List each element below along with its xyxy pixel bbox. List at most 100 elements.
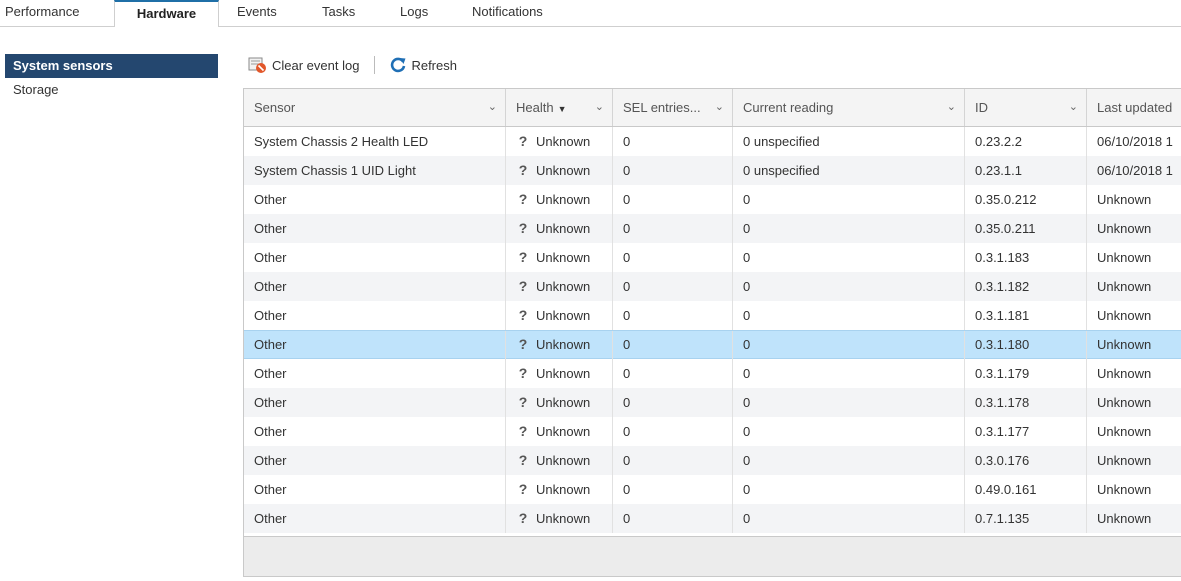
sensor-cell: Other xyxy=(244,272,506,301)
table-row[interactable]: Other? Unknown 0 0 0.35.0.211 Unknown xyxy=(244,214,1181,243)
table-row[interactable]: Other? Unknown 0 0 0.3.1.177 Unknown xyxy=(244,417,1181,446)
health-cell: ? Unknown xyxy=(506,214,613,243)
current-reading-cell: 0 unspecified xyxy=(733,156,965,185)
current-reading-cell: 0 xyxy=(733,214,965,243)
question-mark-icon: ? xyxy=(518,307,528,323)
sensor-cell: Other xyxy=(244,214,506,243)
sel-entries-cell: 0 xyxy=(613,243,733,272)
id-cell: 0.35.0.212 xyxy=(965,185,1087,214)
health-cell: ? Unknown xyxy=(506,417,613,446)
sort-descending-icon: ▼ xyxy=(557,104,567,114)
tab-performance[interactable]: Performance xyxy=(5,0,79,26)
health-status-text: Unknown xyxy=(536,366,591,381)
last-updated-cell: Unknown xyxy=(1097,511,1152,526)
column-header-sensor[interactable]: Sensor ⌄ xyxy=(244,89,506,126)
id-cell: 0.3.1.179 xyxy=(965,359,1087,388)
health-cell: ? Unknown xyxy=(506,156,613,185)
last-updated-cell: Unknown xyxy=(1097,366,1152,381)
tab-events[interactable]: Events xyxy=(237,0,277,26)
health-status-text: Unknown xyxy=(536,134,591,149)
sensor-cell: Other xyxy=(244,185,506,214)
sensor-cell: Other xyxy=(244,475,506,504)
sel-entries-cell: 0 xyxy=(613,504,733,533)
tab-tasks[interactable]: Tasks xyxy=(322,0,355,26)
question-mark-icon: ? xyxy=(518,336,528,352)
tab-notifications[interactable]: Notifications xyxy=(472,0,543,26)
sel-entries-cell: 0 xyxy=(613,475,733,504)
table-body: System Chassis 2 Health LED? Unknown 0 0 un… xyxy=(244,127,1181,533)
health-cell: ? Unknown xyxy=(506,272,613,301)
table-row[interactable]: Other? Unknown 0 0 0.49.0.161 Unknown xyxy=(244,475,1181,504)
nav-item-system-sensors[interactable]: System sensors xyxy=(5,54,218,78)
column-header-current-reading[interactable]: Current reading ⌄ xyxy=(733,89,965,126)
id-cell: 0.3.1.177 xyxy=(965,417,1087,446)
table-row[interactable]: Other? Unknown 0 0 0.35.0.212 Unknown xyxy=(244,185,1181,214)
sel-entries-cell: 0 xyxy=(613,359,733,388)
question-mark-icon: ? xyxy=(518,220,528,236)
tab-logs[interactable]: Logs xyxy=(400,0,428,26)
tab-hardware[interactable]: Hardware xyxy=(114,0,219,27)
sensor-cell: Other xyxy=(244,388,506,417)
clear-log-icon xyxy=(248,57,266,73)
health-status-text: Unknown xyxy=(536,279,591,294)
current-reading-cell: 0 xyxy=(733,331,965,360)
chevron-down-icon[interactable]: ⌄ xyxy=(595,89,604,126)
health-status-text: Unknown xyxy=(536,192,591,207)
id-cell: 0.23.2.2 xyxy=(965,127,1087,156)
refresh-button[interactable]: Refresh xyxy=(389,53,457,77)
last-updated-cell: 06/10/2018 1 xyxy=(1097,163,1173,178)
column-header-health[interactable]: Health ▼ ⌄ xyxy=(506,89,613,126)
chevron-down-icon[interactable]: ⌄ xyxy=(1069,89,1078,126)
question-mark-icon: ? xyxy=(518,394,528,410)
question-mark-icon: ? xyxy=(518,423,528,439)
table-header: Sensor ⌄ Health ▼ ⌄ SEL entries... ⌄ Curr… xyxy=(244,89,1181,127)
sel-entries-cell: 0 xyxy=(613,272,733,301)
question-mark-icon: ? xyxy=(518,481,528,497)
toolbar-divider xyxy=(374,56,376,74)
refresh-icon xyxy=(391,57,406,73)
table-row[interactable]: Other? Unknown 0 0 0.3.1.180 Unknown xyxy=(244,330,1181,360)
last-updated-cell: 06/10/2018 1 xyxy=(1097,134,1173,149)
question-mark-icon: ? xyxy=(518,510,528,526)
table-row[interactable]: Other? Unknown 0 0 0.3.0.176 Unknown xyxy=(244,446,1181,475)
nav-item-storage[interactable]: Storage xyxy=(5,78,218,102)
question-mark-icon: ? xyxy=(518,452,528,468)
table-row[interactable]: System Chassis 1 UID Light? Unknown 0 0 uns… xyxy=(244,156,1181,185)
health-status-text: Unknown xyxy=(536,308,591,323)
table-row[interactable]: Other? Unknown 0 0 0.3.1.179 Unknown xyxy=(244,359,1181,388)
column-header-id[interactable]: ID ⌄ xyxy=(965,89,1087,126)
clear-event-log-label: Clear event log xyxy=(272,57,360,73)
sel-entries-cell: 0 xyxy=(613,417,733,446)
id-cell: 0.3.0.176 xyxy=(965,446,1087,475)
current-reading-cell: 0 xyxy=(733,388,965,417)
last-updated-cell: Unknown xyxy=(1097,192,1152,207)
last-updated-cell: Unknown xyxy=(1097,424,1152,439)
chevron-down-icon[interactable]: ⌄ xyxy=(488,89,497,126)
health-status-text: Unknown xyxy=(536,453,591,468)
table-row[interactable]: Other? Unknown 0 0 0.7.1.135 Unknown xyxy=(244,504,1181,533)
sel-entries-cell: 0 xyxy=(613,127,733,156)
table-row[interactable]: Other? Unknown 0 0 0.3.1.183 Unknown xyxy=(244,243,1181,272)
id-cell: 0.3.1.178 xyxy=(965,388,1087,417)
last-updated-cell: Unknown xyxy=(1097,482,1152,497)
current-reading-cell: 0 xyxy=(733,301,965,330)
table-row[interactable]: Other? Unknown 0 0 0.3.1.181 Unknown xyxy=(244,301,1181,330)
table-row[interactable]: Other? Unknown 0 0 0.3.1.182 Unknown xyxy=(244,272,1181,301)
health-status-text: Unknown xyxy=(536,337,591,352)
table-row[interactable]: Other? Unknown 0 0 0.3.1.178 Unknown xyxy=(244,388,1181,417)
clear-event-log-button[interactable]: Clear event log xyxy=(248,53,359,77)
health-status-text: Unknown xyxy=(536,250,591,265)
id-cell: 0.3.1.181 xyxy=(965,301,1087,330)
table-row[interactable]: System Chassis 2 Health LED? Unknown 0 0 un… xyxy=(244,127,1181,156)
last-updated-cell: Unknown xyxy=(1097,221,1152,236)
health-cell: ? Unknown xyxy=(506,446,613,475)
question-mark-icon: ? xyxy=(518,365,528,381)
column-label: Current reading xyxy=(743,100,834,115)
id-cell: 0.3.1.180 xyxy=(965,331,1087,360)
chevron-down-icon[interactable]: ⌄ xyxy=(715,89,724,126)
column-header-sel-entries[interactable]: SEL entries... ⌄ xyxy=(613,89,733,126)
chevron-down-icon[interactable]: ⌄ xyxy=(947,89,956,126)
column-header-last-updated[interactable]: Last updated xyxy=(1087,89,1181,126)
last-updated-cell: Unknown xyxy=(1097,453,1152,468)
sel-entries-cell: 0 xyxy=(613,446,733,475)
